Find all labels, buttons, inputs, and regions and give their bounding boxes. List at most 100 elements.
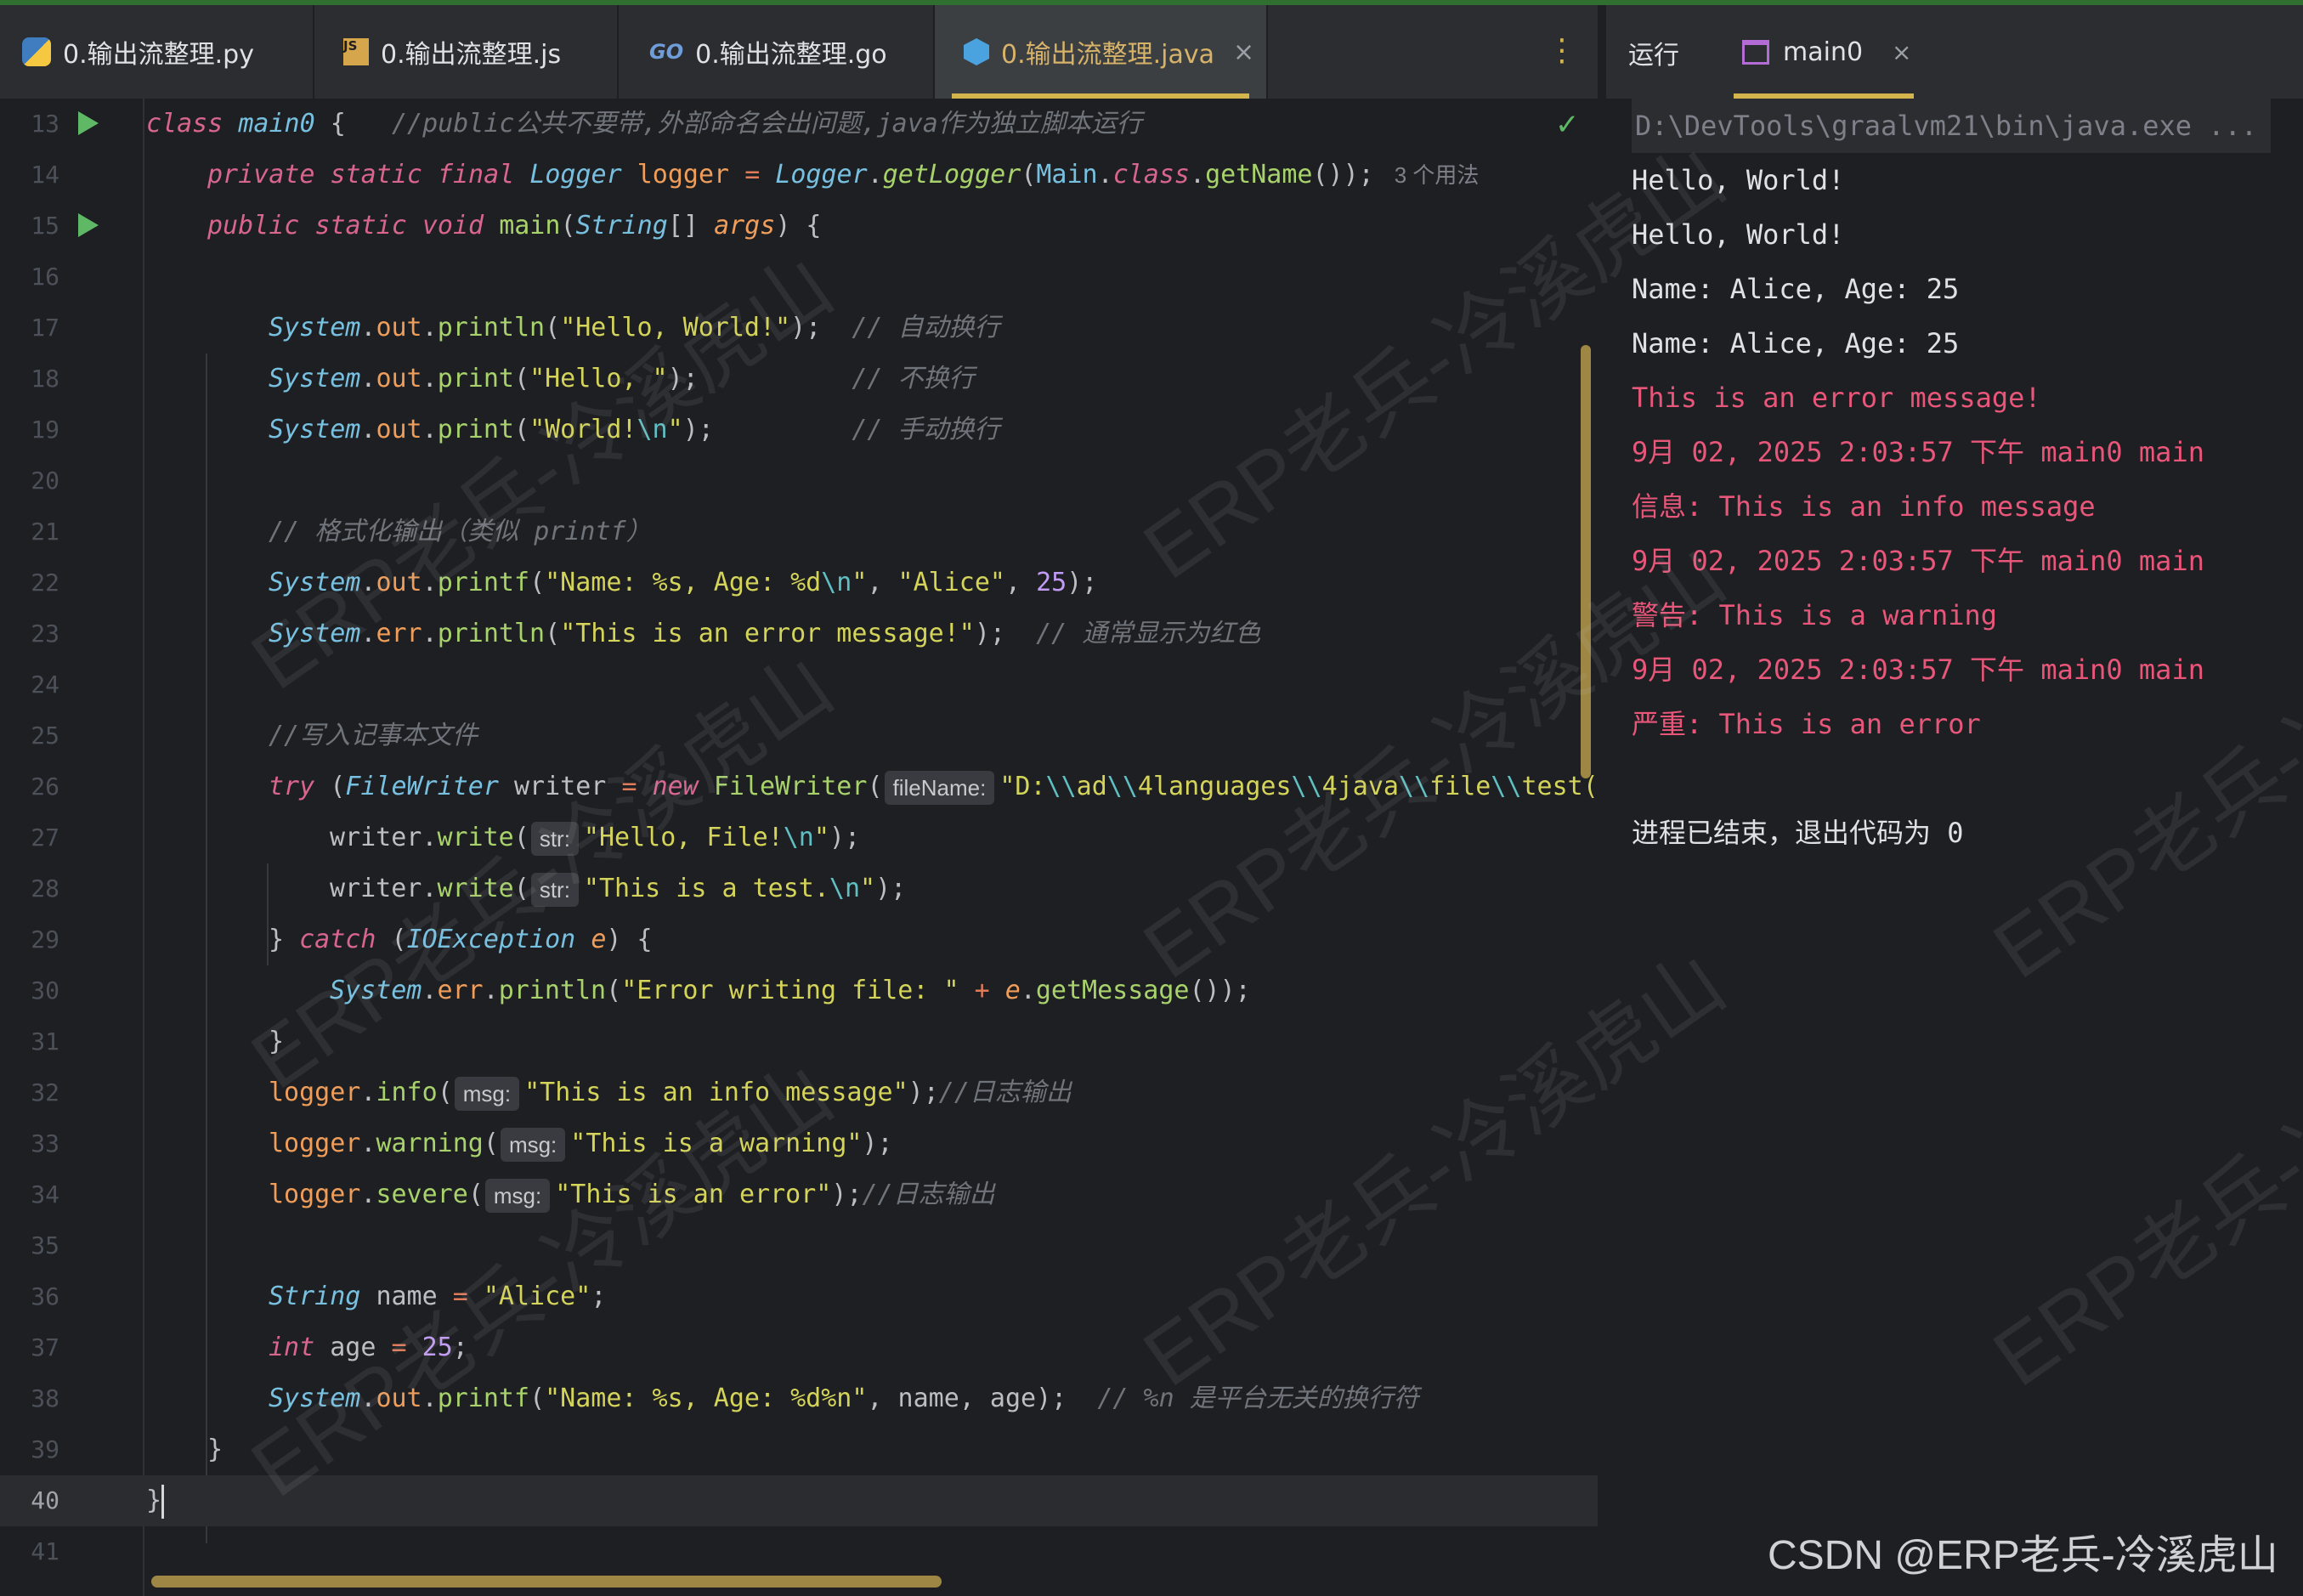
token: } [269, 1027, 285, 1056]
token: "This is an info message" [524, 1078, 908, 1107]
line-number: 13 [31, 110, 59, 138]
token: { [330, 109, 346, 139]
console-command[interactable]: D:\DevTools\graalvm21\bin\java.exe ... [1632, 99, 2272, 153]
console-line: Hello, World! [1632, 218, 1845, 251]
window-icon [1742, 39, 1769, 65]
tab-label: 0.输出流整理.py [63, 40, 254, 70]
token: = [452, 1282, 468, 1311]
go-file-icon: GO [649, 40, 684, 64]
line-number: 41 [31, 1537, 59, 1565]
token: catch [299, 925, 376, 954]
tab-label: 0.输出流整理.js [381, 40, 562, 70]
horizontal-scrollbar[interactable] [151, 1576, 942, 1588]
token: out [376, 364, 422, 393]
token: logger [637, 160, 730, 190]
tab-java-file[interactable]: 0.输出流整理.java × [935, 5, 1268, 99]
token: class [1112, 160, 1190, 190]
token: void [422, 211, 484, 241]
token: "This is an error message!" [560, 619, 975, 648]
token: "Name: %s, Age: %d [545, 568, 822, 597]
line-number: 31 [31, 1027, 59, 1056]
line-number: 23 [31, 620, 59, 648]
run-config-tab[interactable]: main0 × [1734, 5, 1914, 99]
token: severe [376, 1180, 468, 1209]
run-console[interactable]: D:\DevTools\graalvm21\bin\java.exe ... H… [1606, 99, 2303, 1596]
token: write [437, 823, 514, 852]
run-panel-title: 运行 [1628, 41, 1679, 71]
line-number: 25 [31, 722, 59, 750]
token: [] [667, 211, 699, 241]
token: 4languages [1137, 772, 1292, 801]
token: \n [783, 823, 814, 852]
run-class-icon[interactable] [78, 111, 99, 135]
line-number: 30 [31, 976, 59, 1005]
token: "World! [529, 415, 637, 444]
line-number: 24 [31, 671, 59, 699]
more-tabs-icon[interactable]: ⋮ [1547, 34, 1577, 68]
text-cursor [161, 1484, 165, 1519]
token: String [269, 1282, 361, 1311]
usages-hint[interactable]: 3 个用法 [1395, 162, 1480, 188]
token: FileWriter [345, 772, 499, 801]
tab-go-file[interactable]: GO 0.输出流整理.go [619, 5, 935, 99]
token: \n [637, 415, 668, 444]
token: writer [330, 874, 422, 903]
token: out [376, 313, 422, 342]
token: getName [1205, 160, 1313, 190]
console-line: 警告: This is a warning [1632, 599, 1998, 631]
code-line: 37 int age = 25; [0, 1322, 1598, 1373]
code-comment: //public公共不要带,外部命名会出问题,java作为独立脚本运行 [392, 109, 1142, 139]
token: + [974, 976, 990, 1005]
token: println [437, 619, 546, 648]
code-comment: //写入记事本文件 [269, 721, 478, 750]
token: \\ [1291, 772, 1322, 801]
vertical-scrollbar[interactable] [1581, 345, 1591, 778]
line-number: 34 [31, 1180, 59, 1208]
token: final [437, 160, 515, 190]
token: "Hello, File! [583, 823, 784, 852]
token: \\ [1491, 772, 1522, 801]
token: \\ [1106, 772, 1138, 801]
token: logger [269, 1078, 361, 1107]
close-tab-icon[interactable]: × [1233, 37, 1254, 67]
code-line: 17 System.out.println("Hello, World!"); … [0, 303, 1598, 354]
console-line: 信息: This is an info message [1632, 490, 2096, 523]
code-line: 31 } [0, 1016, 1598, 1067]
token: "Hello, " [529, 364, 668, 393]
run-panel-header: 运行 main0 × [1606, 5, 2303, 99]
token: FileWriter [713, 772, 868, 801]
token: "Alice" [483, 1282, 591, 1311]
tab-js-file[interactable]: JS 0.输出流整理.js [314, 5, 619, 99]
close-run-tab-icon[interactable]: × [1892, 38, 1911, 66]
line-number: 26 [31, 773, 59, 801]
token: args [714, 211, 776, 241]
token: "Alice" [897, 568, 1005, 597]
code-line: 22 System.out.printf("Name: %s, Age: %d\… [0, 557, 1598, 608]
token: \\ [1398, 772, 1430, 801]
token: " [813, 823, 829, 852]
code-line: 27 writer.write(str: "Hello, File!\n"); [0, 812, 1598, 863]
token: println [437, 313, 546, 342]
run-main-icon[interactable] [78, 213, 99, 237]
token: System [269, 619, 361, 648]
code-line: 13 class main0 { //public公共不要带,外部命名会出问题,… [0, 99, 1598, 150]
code-comment: // 通常显示为红色 [1036, 619, 1261, 648]
code-editor[interactable]: ✓ 13 class main0 { //public公共不要带,外部命名会出问… [0, 99, 1598, 1596]
token: "This is an error" [555, 1180, 832, 1209]
token: ) { [606, 925, 653, 954]
code-line-current: 40 } [0, 1475, 1598, 1526]
line-number: 15 [31, 212, 59, 240]
js-file-icon: JS [343, 38, 369, 65]
token: 25 [1036, 568, 1067, 597]
line-number: 36 [31, 1282, 59, 1310]
token: Main [1036, 160, 1098, 190]
token: System [330, 976, 422, 1005]
tab-python-file[interactable]: 0.输出流整理.py [0, 5, 314, 99]
token: err [437, 976, 484, 1005]
token: String [575, 211, 668, 241]
code-line: 19 System.out.print("World!\n"); // 手动换行 [0, 405, 1598, 456]
token: e [1004, 976, 1021, 1005]
token: 4java [1321, 772, 1399, 801]
line-number: 38 [31, 1384, 59, 1412]
param-hint: msg: [484, 1178, 551, 1213]
